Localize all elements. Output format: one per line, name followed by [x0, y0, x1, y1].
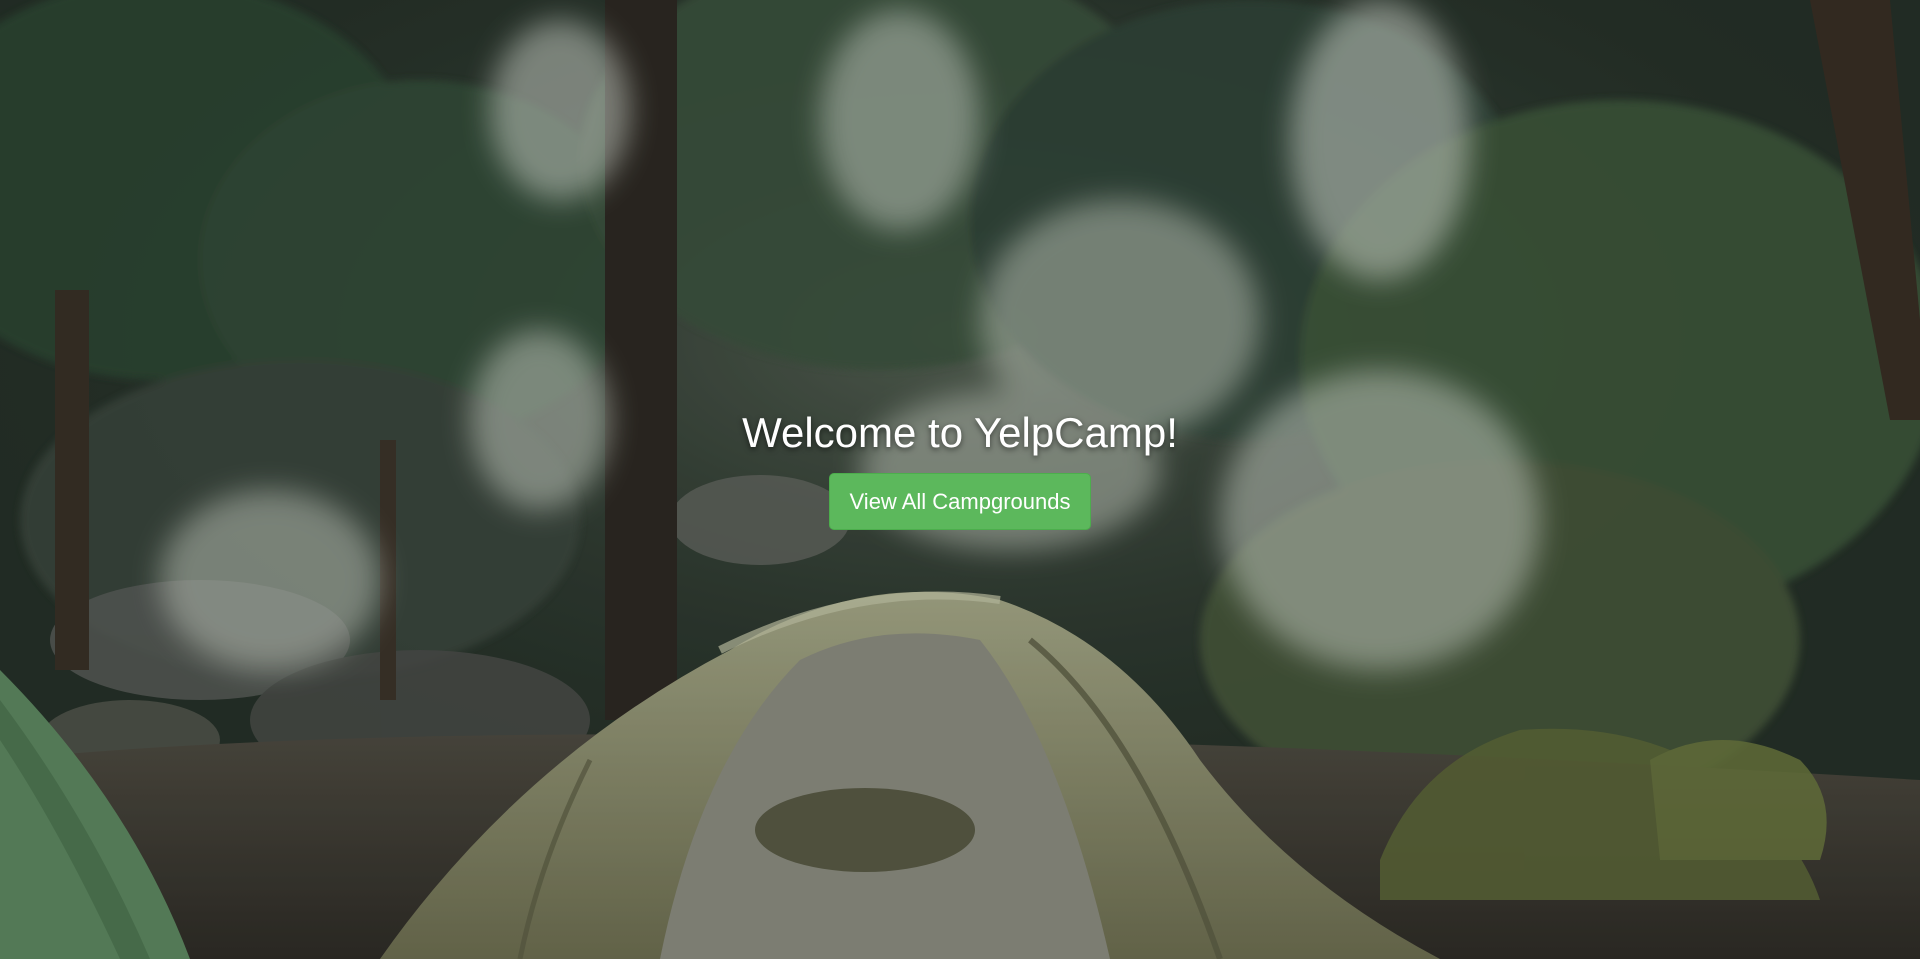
landing-page: Welcome to YelpCamp! View All Campground… [0, 0, 1920, 959]
hero-section: Welcome to YelpCamp! View All Campground… [0, 405, 1920, 530]
page-title: Welcome to YelpCamp! [742, 409, 1178, 456]
view-all-campgrounds-button[interactable]: View All Campgrounds [828, 473, 1092, 530]
